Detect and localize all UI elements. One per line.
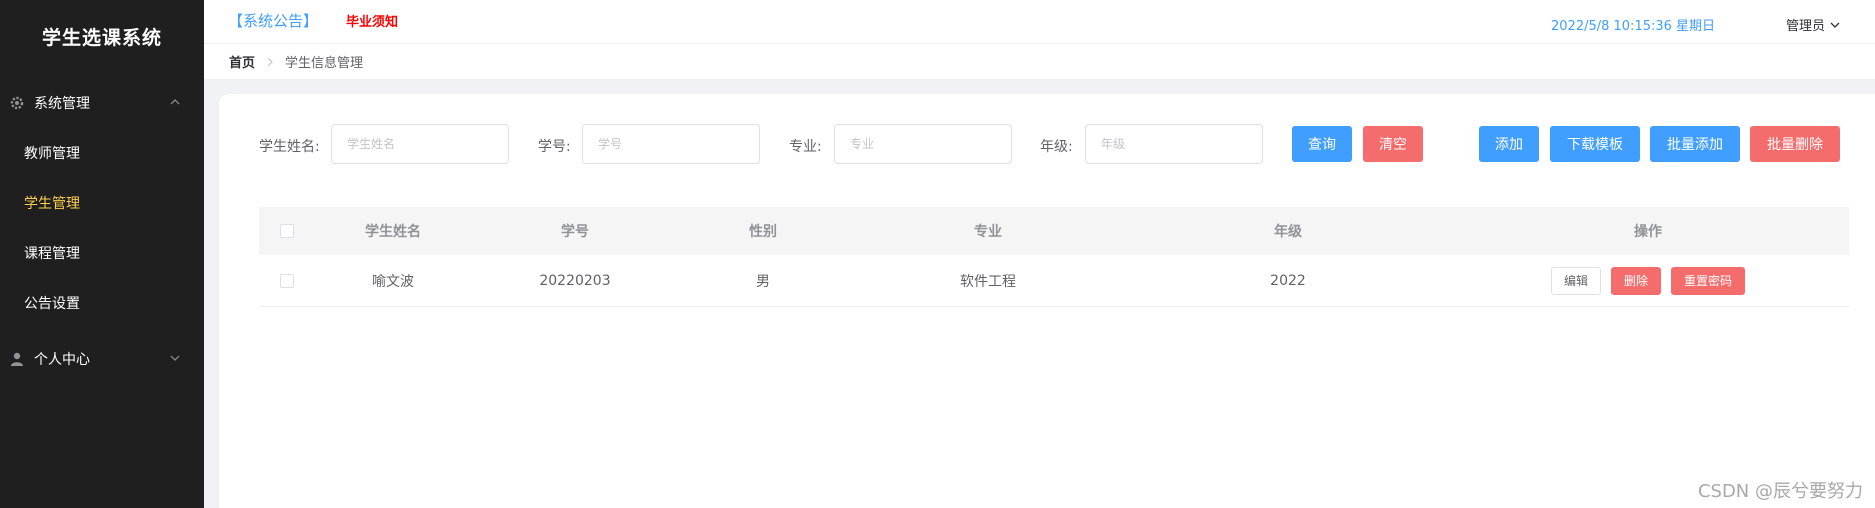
notice-label: 【系统公告】 [228,12,319,30]
sidebar: 学生选课系统 系统管理 教师管理 学生管理 课程管理 公告设置 个人中心 [0,0,204,508]
sidebar-item-notice[interactable]: 公告设置 [0,279,204,329]
chevron-down-icon [1830,22,1840,28]
clear-button[interactable]: 清空 [1363,126,1423,162]
menu-group-personal[interactable]: 个人中心 [0,333,204,385]
reset-password-button[interactable]: 重置密码 [1671,266,1746,295]
column-header: 专业 [974,224,1002,240]
student-no-input[interactable] [582,124,760,164]
batch-add-button[interactable]: 批量添加 [1650,126,1740,162]
menu-group-system[interactable]: 系统管理 [0,77,204,129]
current-datetime: 2022/5/8 10:15:36 星期日 [1551,19,1716,34]
select-all-checkbox[interactable] [280,224,294,238]
gear-icon [8,94,26,112]
grade-label: 年级: [1040,139,1073,155]
download-template-button[interactable]: 下载模板 [1550,126,1640,162]
chevron-up-icon [168,95,182,109]
user-icon [8,350,26,368]
table-header: 学生姓名 学号 性别 专业 年级 操作 [259,207,1849,255]
sidebar-item-student[interactable]: 学生管理 [0,179,204,229]
name-label: 学生姓名: [259,139,320,155]
breadcrumb-home[interactable]: 首页 [229,52,255,71]
watermark: CSDN @辰兮要努力 [1697,481,1863,502]
cell-major: 软件工程 [960,273,1016,290]
column-header: 操作 [1634,224,1662,240]
student-name-input[interactable] [331,124,509,164]
sidebar-item-teacher[interactable]: 教师管理 [0,129,204,179]
user-menu[interactable]: 管理员 [1786,15,1841,34]
breadcrumb-current: 学生信息管理 [285,56,364,71]
main-card: 学生姓名: 学号: 专业: 年级: 查询 清空 添加 下载模板 批量添加 批量删… [219,94,1875,508]
student-table: 学生姓名 学号 性别 专业 年级 操作 喻文波 20220203 男 软件工程 … [259,207,1849,307]
chevron-down-icon [168,351,182,365]
query-button[interactable]: 查询 [1292,126,1352,162]
menu-group-label: 系统管理 [34,96,90,112]
cell-sex: 男 [756,273,770,290]
user-name: 管理员 [1786,19,1826,34]
search-bar: 学生姓名: 学号: 专业: 年级: 查询 清空 添加 下载模板 批量添加 批量删… [259,124,1859,164]
cell-name: 喻文波 [372,273,414,290]
cell-actions: 编辑 删除 重置密码 [1447,266,1849,295]
no-label: 学号: [538,139,571,155]
row-select-cell [259,273,315,288]
cell-grade: 2022 [1270,272,1306,289]
delete-button[interactable]: 删除 [1610,266,1661,295]
major-label: 专业: [789,139,822,155]
column-header: 年级 [1274,224,1302,240]
select-all-cell [259,224,315,238]
row-checkbox[interactable] [280,273,294,288]
notice-link[interactable]: 毕业须知 [346,11,398,30]
table-row: 喻文波 20220203 男 软件工程 2022 编辑 删除 重置密码 [259,255,1849,307]
major-input[interactable] [834,124,1012,164]
breadcrumb: 首页 学生信息管理 [204,44,1875,79]
menu-group-label: 个人中心 [34,352,90,368]
column-header: 学号 [561,224,589,240]
column-header: 学生姓名 [365,224,421,240]
batch-delete-button[interactable]: 批量删除 [1750,126,1840,162]
app-title: 学生选课系统 [41,27,162,49]
edit-button[interactable]: 编辑 [1550,266,1601,295]
chevron-right-icon [265,57,275,67]
cell-student-no: 20220203 [539,272,611,289]
top-header: 【系统公告】 毕业须知 2022/5/8 10:15:36 星期日 管理员 [204,0,1875,44]
column-header: 性别 [749,224,777,240]
sidebar-item-course[interactable]: 课程管理 [0,229,204,279]
grade-input[interactable] [1085,124,1263,164]
add-button[interactable]: 添加 [1479,126,1539,162]
